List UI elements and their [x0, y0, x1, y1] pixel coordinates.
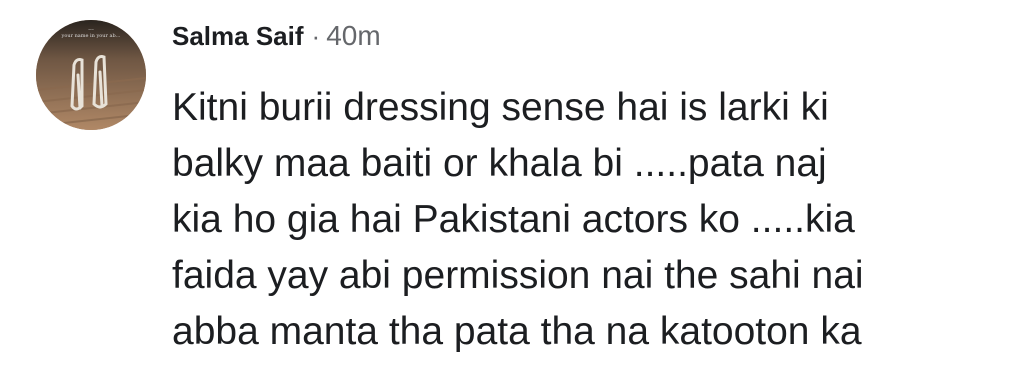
timestamp[interactable]: 40m: [326, 20, 380, 52]
comment-text-line: faida yay abi permission nai the sahi na…: [172, 254, 864, 297]
avatar-overlay-text-2: your name in your ab...: [61, 33, 121, 39]
meta-separator: ·: [311, 21, 321, 51]
comment-text: Kitni burii dressing sense hai is larki …: [172, 80, 1004, 360]
comment-text-line: abba manta tha pata tha na katooton ka: [172, 310, 862, 353]
comment-text-line: Kitni burii dressing sense hai is larki …: [172, 86, 829, 129]
comment-meta: Salma Saif · 40m: [172, 20, 1004, 60]
avatar-image: ... your name in your ab...: [36, 20, 146, 130]
avatar-overlay-text-1: ...: [88, 25, 94, 32]
comment-text-line: balky maa baiti or khala bi .....pata na…: [172, 142, 827, 185]
comment-content: Salma Saif · 40m Kitni burii dressing se…: [172, 20, 1004, 360]
avatar[interactable]: ... your name in your ab...: [36, 20, 146, 130]
author-name[interactable]: Salma Saif: [172, 21, 304, 52]
comment: ... your name in your ab... Salma Saif ·…: [0, 0, 1024, 372]
comment-text-line: kia ho gia hai Pakistani actors ko .....…: [172, 198, 855, 241]
